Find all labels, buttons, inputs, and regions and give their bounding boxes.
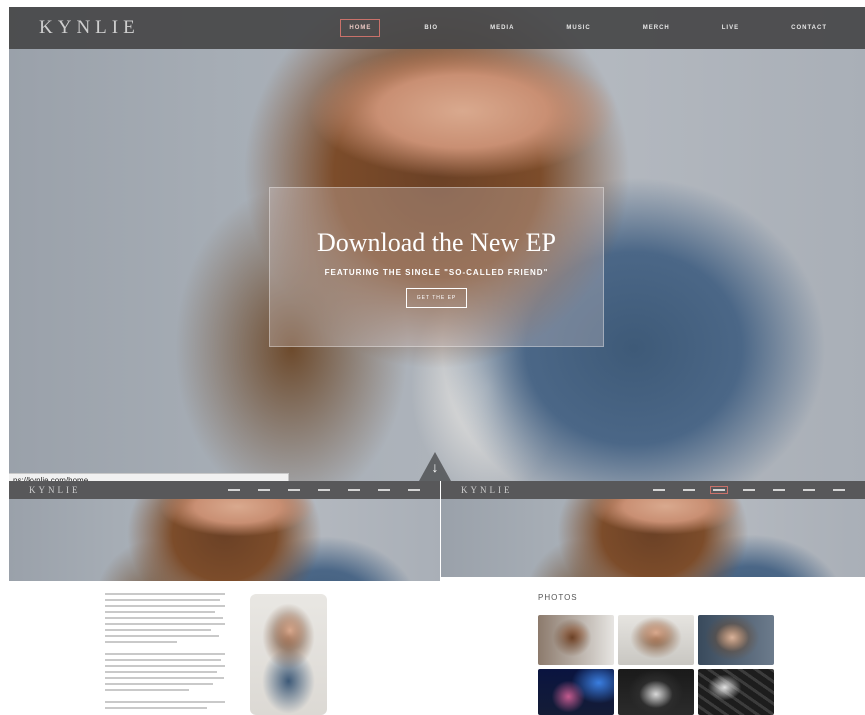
nav-item-home[interactable]: HOME — [340, 19, 381, 37]
photos-menu-item[interactable] — [683, 489, 695, 491]
status-bar-url: ps://kynlie.com/home — [9, 473, 289, 481]
gallery-photo-4[interactable] — [538, 669, 614, 715]
hero-title: Download the New EP — [316, 228, 556, 257]
main-menu: HOME BIO MEDIA MUSIC MERCH LIVE CONTACT — [340, 7, 835, 49]
top-navigation-bar: KYNLIE HOME BIO MEDIA MUSIC MERCH LIVE C… — [9, 7, 865, 49]
hero-subtitle: FEATURING THE SINGLE "SO-CALLED FRIEND" — [324, 268, 549, 277]
gallery-photo-2[interactable] — [618, 615, 694, 665]
nav-item-contact[interactable]: CONTACT — [783, 20, 835, 36]
bio-menu-item[interactable] — [318, 489, 330, 491]
photos-banner-photo — [441, 499, 865, 577]
photos-menu-item[interactable] — [803, 489, 815, 491]
bio-navigation-bar: KYNLIE — [9, 481, 440, 499]
nav-item-merch[interactable]: MERCH — [635, 20, 678, 36]
site-logo[interactable]: KYNLIE — [39, 17, 140, 39]
photos-menu-item[interactable] — [773, 489, 785, 491]
nav-item-music[interactable]: MUSIC — [558, 20, 598, 36]
photos-menu-item[interactable] — [653, 489, 665, 491]
bio-menu-item[interactable] — [288, 489, 300, 491]
gallery-photo-3[interactable] — [698, 615, 774, 665]
home-page-screenshot: KYNLIE HOME BIO MEDIA MUSIC MERCH LIVE C… — [9, 7, 865, 481]
gallery-photo-6[interactable] — [698, 669, 774, 715]
bio-portrait-photo — [250, 594, 327, 715]
nav-item-bio[interactable]: BIO — [416, 20, 446, 36]
gallery-photo-1[interactable] — [538, 615, 614, 665]
get-the-ep-button[interactable]: GET THE EP — [405, 288, 468, 308]
bio-text-block — [105, 593, 225, 713]
bio-menu-item[interactable] — [408, 489, 420, 491]
photos-navigation-bar: KYNLIE — [441, 481, 865, 499]
hero-callout-box: Download the New EP FEATURING THE SINGLE… — [269, 187, 604, 347]
bio-page-screenshot: KYNLIE — [9, 481, 440, 715]
nav-item-media[interactable]: MEDIA — [482, 20, 522, 36]
bio-menu-item[interactable] — [228, 489, 240, 491]
photos-menu — [653, 481, 845, 499]
gallery-photo-5[interactable] — [618, 669, 694, 715]
photos-menu-item-active[interactable] — [710, 486, 728, 494]
bio-menu-item[interactable] — [378, 489, 390, 491]
nav-item-live[interactable]: LIVE — [714, 20, 747, 36]
bio-menu — [228, 481, 420, 499]
photos-menu-item[interactable] — [833, 489, 845, 491]
bio-banner-photo — [9, 499, 440, 581]
photos-menu-item[interactable] — [743, 489, 755, 491]
photos-page-screenshot: KYNLIE PHOTOS — [441, 481, 865, 715]
bio-site-logo[interactable]: KYNLIE — [29, 485, 81, 495]
bio-menu-item[interactable] — [348, 489, 360, 491]
photos-site-logo[interactable]: KYNLIE — [461, 485, 513, 495]
bio-menu-item[interactable] — [258, 489, 270, 491]
photos-section-title: PHOTOS — [538, 593, 578, 602]
